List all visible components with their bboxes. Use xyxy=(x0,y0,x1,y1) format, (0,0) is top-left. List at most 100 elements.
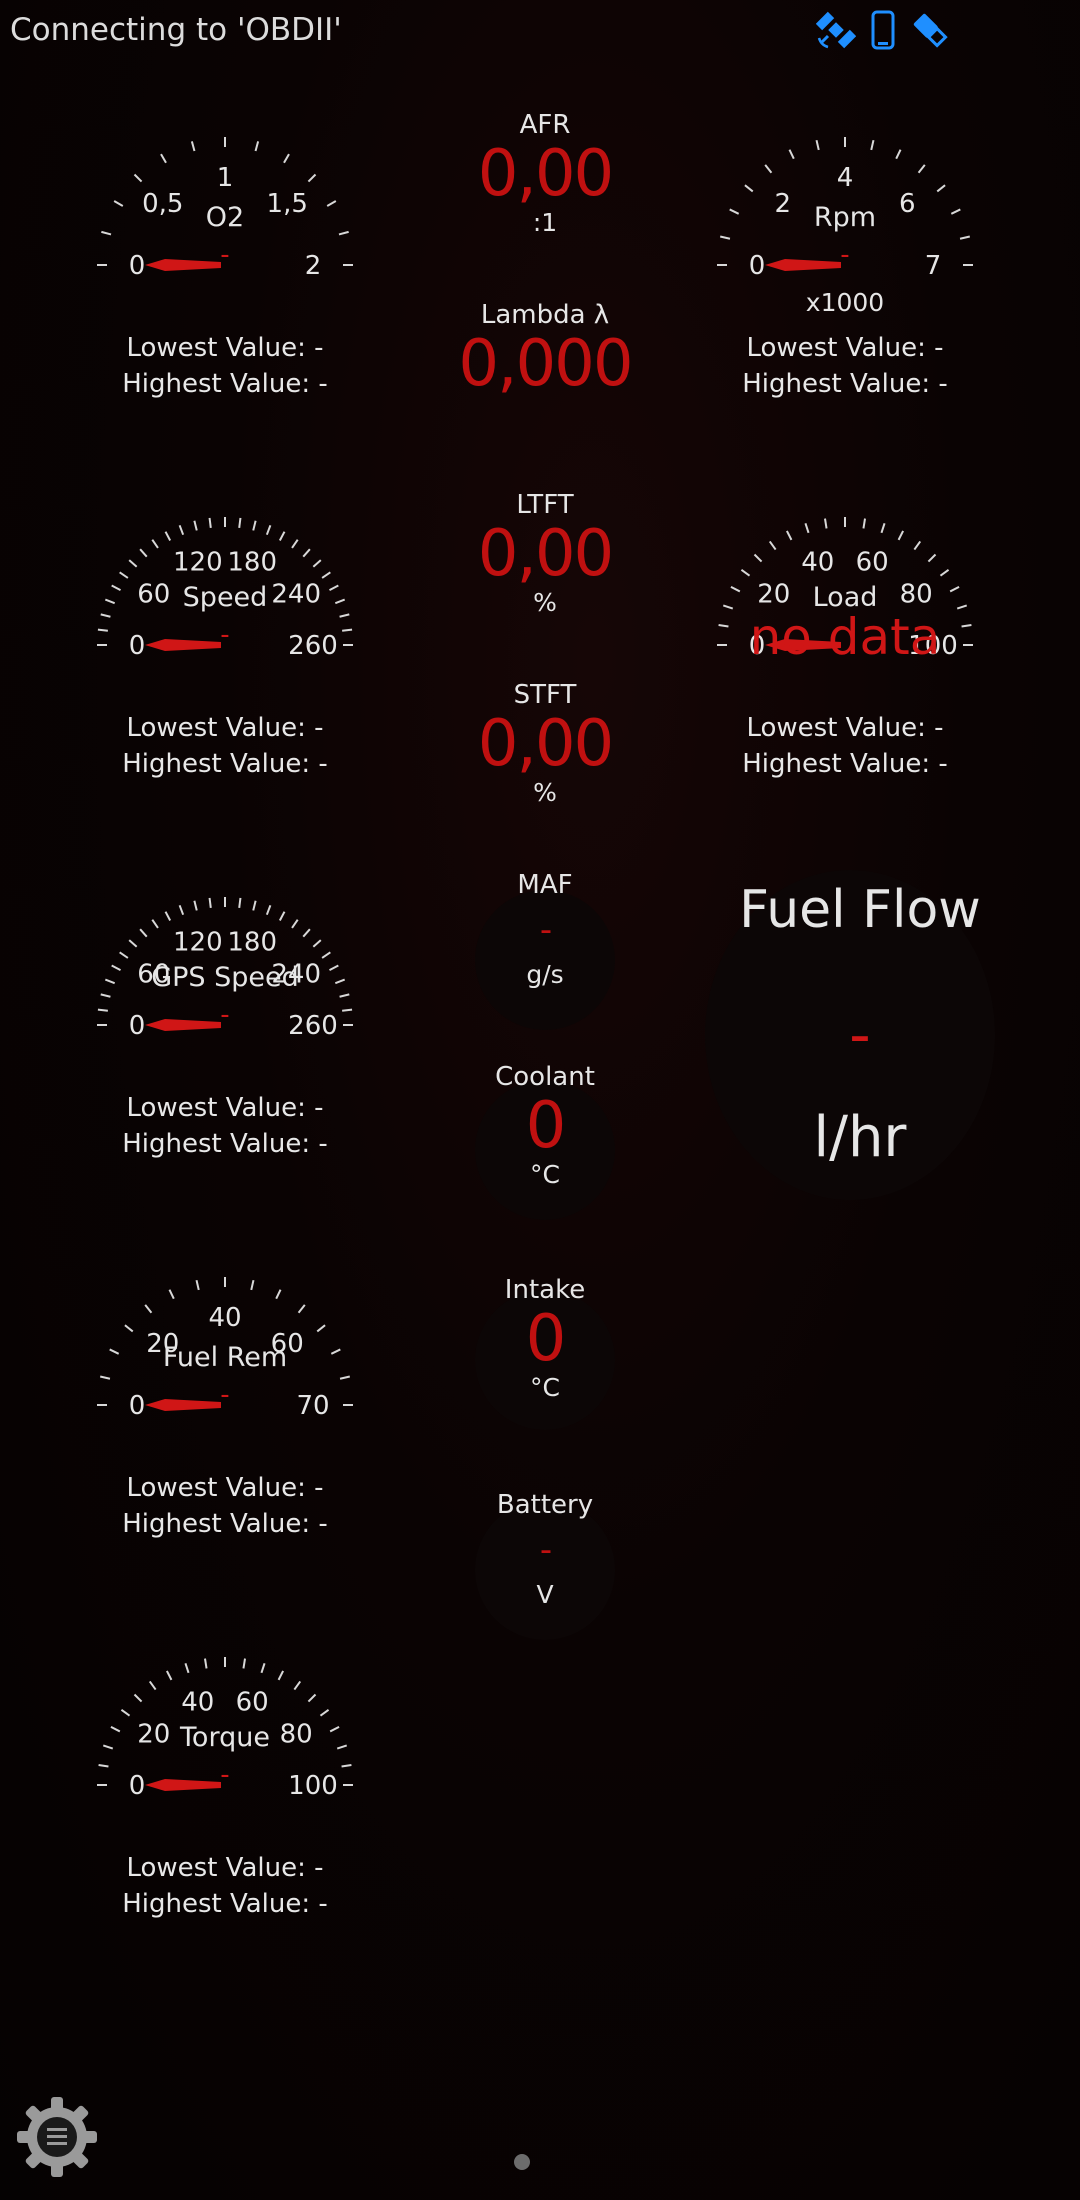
gauge-tick xyxy=(260,1662,266,1674)
readout-coolant[interactable]: Coolant 0 °C xyxy=(445,1062,645,1189)
gauge-torque[interactable]: 0 20 40 60 80 100 Torque - Lowest Value: - Highes… xyxy=(70,1630,380,1980)
gauge-tick xyxy=(168,1289,175,1300)
gauge-tick xyxy=(291,539,299,549)
gauge-tick xyxy=(254,141,260,152)
readout-label: Intake xyxy=(504,1275,586,1305)
gauge-tick xyxy=(870,139,875,151)
gauge-tick xyxy=(124,1324,134,1333)
gauge-tick xyxy=(139,928,148,938)
gauge-tick xyxy=(307,1693,317,1703)
gauge-tick xyxy=(302,548,311,558)
gauge-tick xyxy=(193,520,198,531)
readout-value: 0,00 xyxy=(477,707,615,781)
readout-lambda[interactable]: Lambda λ 0,000 xyxy=(445,300,645,398)
gauge-tick-label: 60 xyxy=(856,547,889,577)
gauge-tick-label: 40 xyxy=(181,1687,214,1717)
gauge-tick xyxy=(316,1324,326,1333)
gauge-tick xyxy=(128,939,138,948)
gauge-stats: Lowest Value: - Highest Value: - xyxy=(690,710,1000,782)
readout-label: AFR xyxy=(519,110,571,140)
gauge-tick xyxy=(768,540,777,551)
readout-unit: % xyxy=(533,588,557,617)
gauge-tick xyxy=(291,919,299,929)
readout-label: Battery xyxy=(496,1490,594,1520)
fuel-flow-title: Fuel Flow xyxy=(739,880,981,940)
gauge-stats: Lowest Value: - Highest Value: - xyxy=(70,330,380,402)
gauge-tick xyxy=(252,520,257,531)
gauge-tick xyxy=(238,897,242,908)
page-indicator-dot xyxy=(514,2154,530,2170)
gauge-tick xyxy=(939,568,950,577)
readout-label: Coolant xyxy=(495,1062,595,1092)
gauge-tick xyxy=(936,184,946,193)
gauge-stats: Lowest Value: - Highest Value: - xyxy=(70,710,380,782)
gauge-tick xyxy=(119,951,129,959)
gauge-tick xyxy=(178,524,185,536)
status-icons xyxy=(815,10,950,54)
gauge-tick xyxy=(913,540,922,551)
fuel-flow-unit: l/hr xyxy=(813,1105,907,1170)
gauge-tick-label: 40 xyxy=(801,547,834,577)
gauge-tick xyxy=(265,904,272,916)
gauge-tick xyxy=(242,1658,247,1669)
gauge-value: - xyxy=(840,240,850,270)
gauge-tick xyxy=(275,1289,282,1300)
gauge-tick xyxy=(148,1680,157,1691)
readout-battery[interactable]: Battery - V xyxy=(445,1490,645,1609)
gauge-tick xyxy=(339,613,350,618)
gauge-tick xyxy=(160,153,167,164)
connection-status: Connecting to 'OBDII' xyxy=(10,12,342,48)
readout-stft[interactable]: STFT 0,00% xyxy=(445,680,645,807)
readout-intake[interactable]: Intake 0 °C xyxy=(445,1275,645,1402)
gauge-tick xyxy=(178,904,185,916)
gauge-value: - xyxy=(220,1000,230,1030)
readout-value: - xyxy=(539,910,552,950)
readout-afr[interactable]: AFR 0,00:1 xyxy=(445,110,645,237)
usb-icon xyxy=(910,10,950,54)
fuel-flow-panel[interactable]: Fuel Flow - l/hr xyxy=(720,880,1000,1200)
readout-unit: :1 xyxy=(532,208,558,237)
gauge-tick xyxy=(278,911,286,921)
gauge-highest-value: Highest Value: - xyxy=(122,369,328,399)
gauge-tick xyxy=(307,173,317,183)
gauge-tick xyxy=(321,571,331,579)
gauge-tick xyxy=(312,939,322,948)
gauge-highest-value: Highest Value: - xyxy=(122,749,328,779)
gauge-tick xyxy=(208,517,212,528)
gauge-tick xyxy=(119,571,129,579)
gauge-tick xyxy=(293,1680,302,1691)
gauge-highest-value: Highest Value: - xyxy=(742,749,948,779)
gauge-tick xyxy=(302,928,311,938)
gauge-value: - xyxy=(220,620,230,650)
gauge-tick xyxy=(740,568,751,577)
gauge-speed[interactable]: 0 60 120 180 240 260 Speed - Lowest Value: - High… xyxy=(70,490,380,840)
gauge-tick xyxy=(753,553,763,563)
gauge-lowest-value: Lowest Value: - xyxy=(126,1853,324,1883)
readout-label: STFT xyxy=(513,680,577,710)
settings-menu-button[interactable] xyxy=(14,2094,100,2180)
gauge-fuel-rem[interactable]: 0 20 40 60 70 Fuel Rem - Lowest Value: - Highest… xyxy=(70,1250,380,1600)
readout-maf[interactable]: MAF - g/s xyxy=(445,870,645,989)
gauge-tick xyxy=(880,522,886,534)
gauge-tick xyxy=(823,518,828,529)
gauge-rpm[interactable]: 0 2 4 6 7 Rpm - x1000 Lowest Value: - Highest Val… xyxy=(690,110,1000,460)
readout-unit: g/s xyxy=(526,960,564,989)
readout-value: 0,00 xyxy=(477,517,615,591)
gauge-tick xyxy=(297,1304,306,1314)
readout-ltft[interactable]: LTFT 0,00% xyxy=(445,490,645,617)
gauge-value: - xyxy=(220,240,230,270)
gauge-unit: x1000 xyxy=(805,288,885,317)
gauge-stats: Lowest Value: - Highest Value: - xyxy=(690,330,1000,402)
gauge-tick xyxy=(959,235,971,240)
gauge-gps-speed[interactable]: 0 60 120 180 240 260 GPS Speed - Lowest Value: -… xyxy=(70,870,380,1220)
gauge-lowest-value: Lowest Value: - xyxy=(126,713,324,743)
gauge-tick xyxy=(151,919,159,929)
gauge-lowest-value: Lowest Value: - xyxy=(746,333,944,363)
gauge-tick xyxy=(927,553,937,563)
gauge-tick-label: 180 xyxy=(227,547,277,577)
gauge-tick xyxy=(165,1670,173,1681)
gauge-highest-value: Highest Value: - xyxy=(742,369,948,399)
gauge-o2[interactable]: 0 0,5 1 1,5 2 O2- Lowest Value: - Highest Value… xyxy=(70,110,380,460)
gauge-tick xyxy=(277,1670,285,1681)
gauge-load[interactable]: 0 20 40 60 80 100 Load no data Lowest Value: - Hi… xyxy=(690,490,1000,840)
